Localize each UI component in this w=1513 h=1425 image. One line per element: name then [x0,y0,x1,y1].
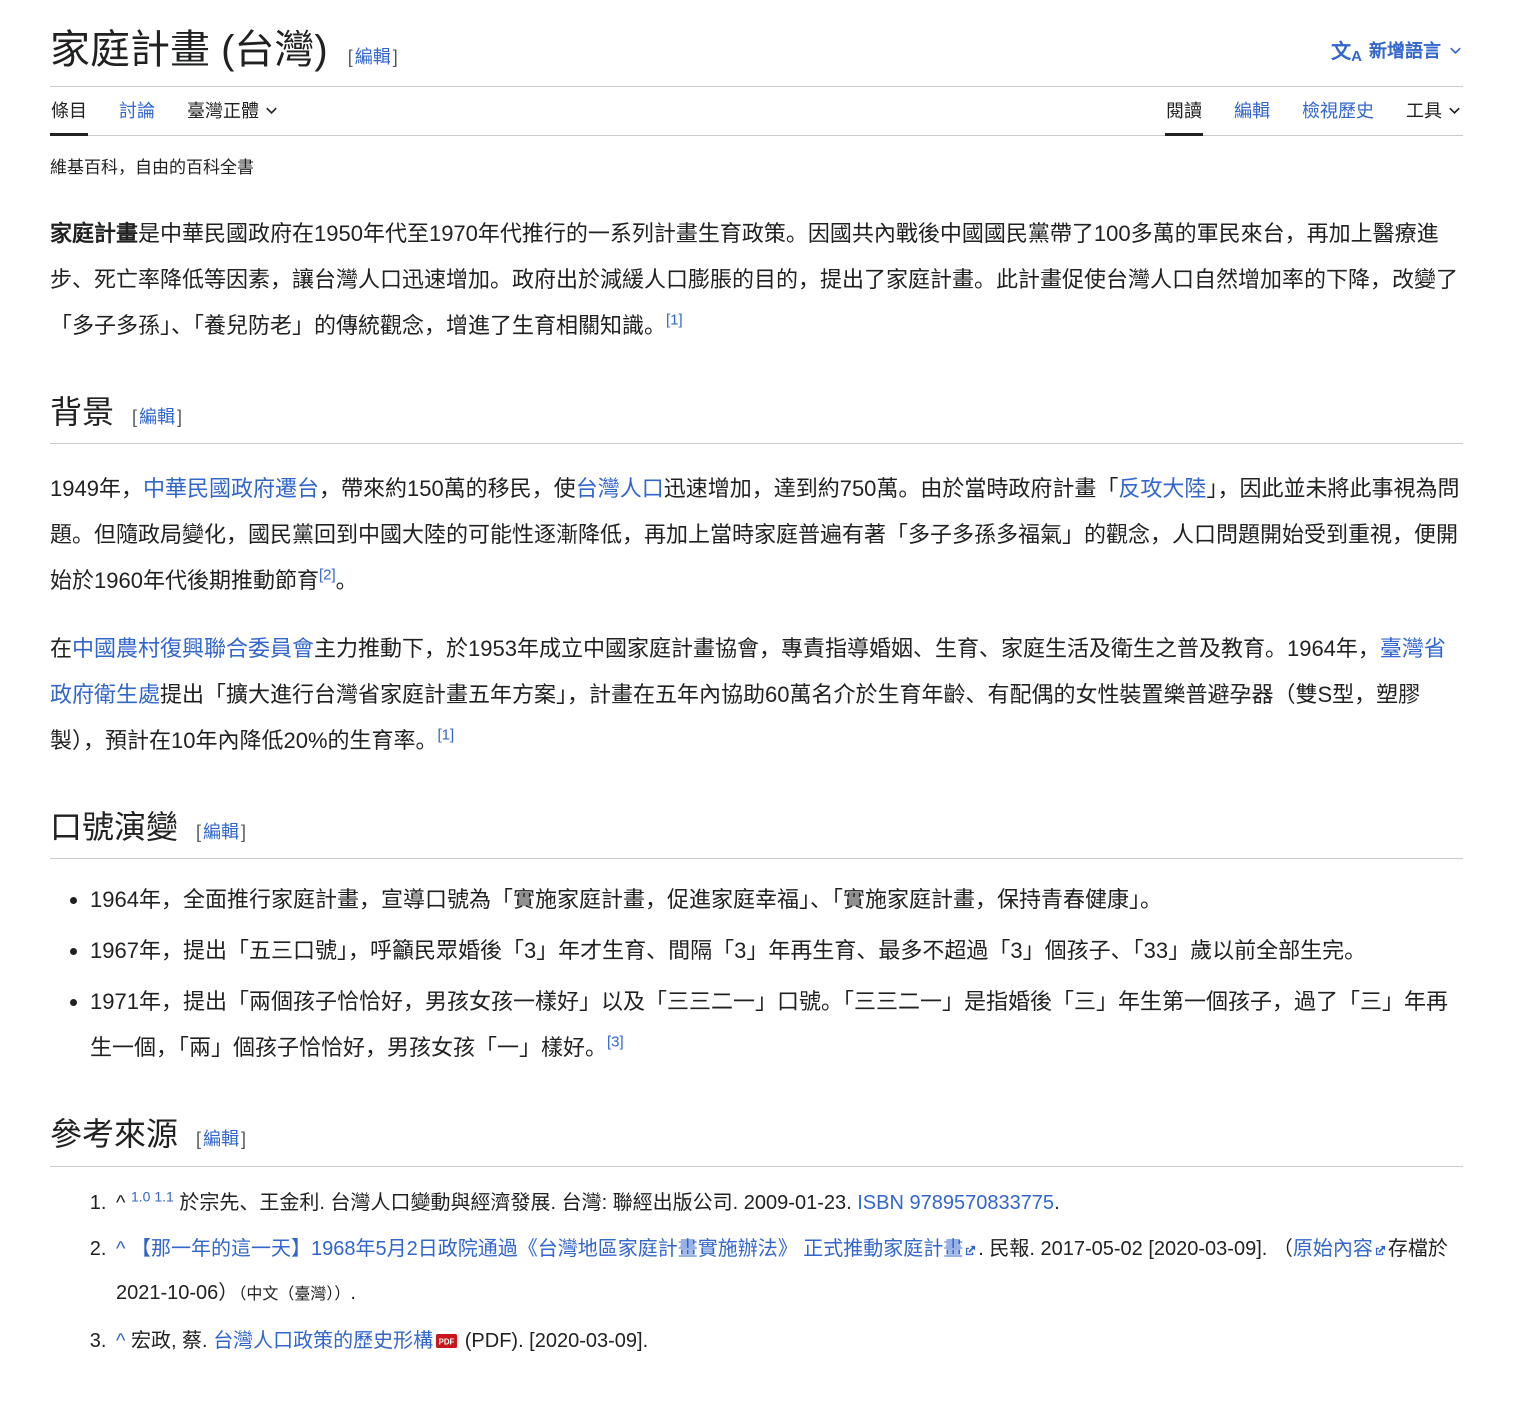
bracket-open: [ [346,47,355,67]
chevron-down-icon [264,103,279,118]
section-heading: 參考來源 [50,1117,178,1152]
chevron-down-icon [1447,103,1462,118]
backlink[interactable]: 1.0 [131,1188,150,1204]
tabs-right: 閱讀 編輯 檢視歷史 工具 [1165,87,1463,135]
link-isbn[interactable]: ISBN 9789570833775 [857,1192,1054,1214]
section-slogans: 口號演變 [編輯] 1964年，全面推行家庭計畫，宣導口號為「實施家庭計畫，促進… [50,810,1463,1071]
tab-history[interactable]: 檢視歷史 [1301,87,1375,135]
section-heading: 口號演變 [50,810,178,845]
language-note: （中文（臺灣）） [238,1286,350,1303]
footnote-link[interactable]: [1] [666,312,683,329]
site-tagline: 維基百科，自由的百科全書 [50,153,1463,178]
reference-item: ^ 1.0 1.1 於宗先、王金利. 台灣人口變動與經濟發展. 台灣: 聯經出版… [112,1181,1463,1225]
bracket-open: [ [194,1129,203,1149]
external-link-icon [1375,1238,1386,1260]
bracket-close: ] [239,822,248,842]
tab-talk[interactable]: 討論 [118,87,156,135]
add-language-label: 新增語言 [1369,37,1441,63]
reference-list: ^ 1.0 1.1 於宗先、王金利. 台灣人口變動與經濟發展. 台灣: 聯經出版… [50,1181,1463,1363]
edit-section-button[interactable]: 編輯 [139,407,175,427]
reference-item: ^ 宏政, 蔡. 台灣人口政策的歷史形構PDF (PDF). [2020-03-… [112,1319,1463,1363]
bracket-close: ] [391,47,400,67]
tab-article[interactable]: 條目 [50,87,88,135]
tab-edit[interactable]: 編輯 [1233,87,1271,135]
list-item: 1964年，全面推行家庭計畫，宣導口號為「實施家庭計畫，促進家庭幸福」、「實施家… [90,877,1463,923]
link-original-content[interactable]: 原始內容 [1293,1238,1373,1260]
section-heading-row: 口號演變 [編輯] [50,810,1463,859]
reference-item: ^ 【那一年的這一天】1968年5月2日政院通過《台灣地區家庭計畫實施辦法》 正… [112,1227,1463,1317]
section-heading-row: 背景 [編輯] [50,395,1463,444]
section-edit-section: [編輯] [194,818,248,844]
backlink-group: 1.0 1.1 [131,1188,174,1204]
background-paragraph-1: 1949年，中華民國政府遷台，帶來約150萬的移民，使台灣人口迅速增加，達到約7… [50,466,1463,604]
bracket-close: ] [175,407,184,427]
link-roc-government-relocation[interactable]: 中華民國政府遷台 [143,476,319,501]
bracket-close: ] [239,1129,248,1149]
language-icon: 文A [1331,35,1362,65]
title-row: 家庭計畫 (台灣) [編輯] 文A 新增語言 [50,26,1463,87]
link-taiwan-population[interactable]: 台灣人口 [576,476,664,501]
external-link-icon [965,1238,976,1260]
footnote-marker: [1] [666,312,683,329]
footnote-link[interactable]: [3] [607,1034,624,1051]
footnote-marker: [1] [438,727,455,744]
edit-section-button[interactable]: 編輯 [203,1129,239,1149]
article-tabs-bar: 條目 討論 臺灣正體 閱讀 編輯 檢視歷史 工具 [50,87,1463,136]
ref-backlink[interactable]: ^ [116,1238,125,1260]
list-item: 1971年，提出「兩個孩子恰恰好，男孩女孩一樣好」以及「三三二一」口號。「三三二… [90,979,1463,1071]
link-jcrr[interactable]: 中國農村復興聯合委員會 [72,636,314,661]
bold-term: 家庭計畫 [50,221,138,246]
pdf-icon: PDF [436,1330,457,1352]
footnote-link[interactable]: [1] [438,727,455,744]
bracket-open: [ [130,407,139,427]
tabs-left: 條目 討論 臺灣正體 [50,87,280,135]
ref-backlink[interactable]: ^ [116,1330,125,1352]
section-edit-section: [編輯] [130,403,184,429]
add-language-button[interactable]: 文A 新增語言 [1331,35,1463,65]
link-population-policy-pdf[interactable]: 台灣人口政策的歷史形構 [213,1330,433,1352]
section-background: 背景 [編輯] 1949年，中華民國政府遷台，帶來約150萬的移民，使台灣人口迅… [50,395,1463,764]
wikipedia-article-page: 家庭計畫 (台灣) [編輯] 文A 新增語言 條目 討論 臺灣正體 閱讀 編輯 … [0,0,1513,1425]
section-heading: 背景 [50,395,114,430]
footnote-marker: [2] [319,567,336,584]
page-title: 家庭計畫 (台灣) [編輯] [50,26,400,74]
title-edit-section: [編輯] [346,47,400,69]
backlink[interactable]: 1.1 [154,1188,173,1204]
section-edit-section: [編輯] [194,1125,248,1151]
section-heading-row: 參考來源 [編輯] [50,1117,1463,1166]
svg-text:PDF: PDF [439,1337,455,1346]
section-references: 參考來源 [編輯] ^ 1.0 1.1 於宗先、王金利. 台灣人口變動與經濟發展… [50,1117,1463,1362]
tools-menu[interactable]: 工具 [1405,87,1463,135]
background-paragraph-2: 在中國農村復興聯合委員會主力推動下，於1953年成立中國家庭計畫協會，專責指導婚… [50,626,1463,764]
slogan-list: 1964年，全面推行家庭計畫，宣導口號為「實施家庭計畫，促進家庭幸福」、「實施家… [50,877,1463,1071]
footnote-link[interactable]: [2] [319,567,336,584]
chevron-down-icon [1448,43,1463,58]
intro-paragraph: 家庭計畫是中華民國政府在1950年代至1970年代推行的一系列計畫生育政策。因國… [50,211,1463,349]
link-minbao-article[interactable]: 【那一年的這一天】1968年5月2日政院通過《台灣地區家庭計畫實施辦法》 正式推… [131,1238,963,1260]
edit-title-button[interactable]: 編輯 [355,47,391,67]
footnote-marker: [3] [607,1034,624,1051]
edit-section-button[interactable]: 編輯 [203,822,239,842]
tab-read[interactable]: 閱讀 [1165,87,1203,135]
page-title-text: 家庭計畫 (台灣) [50,26,328,74]
bracket-open: [ [194,822,203,842]
variant-dropdown[interactable]: 臺灣正體 [186,87,280,135]
list-item: 1967年，提出「五三口號」，呼籲民眾婚後「3」年才生育、間隔「3」年再生育、最… [90,928,1463,974]
link-retake-mainland[interactable]: 反攻大陸 [1118,476,1206,501]
